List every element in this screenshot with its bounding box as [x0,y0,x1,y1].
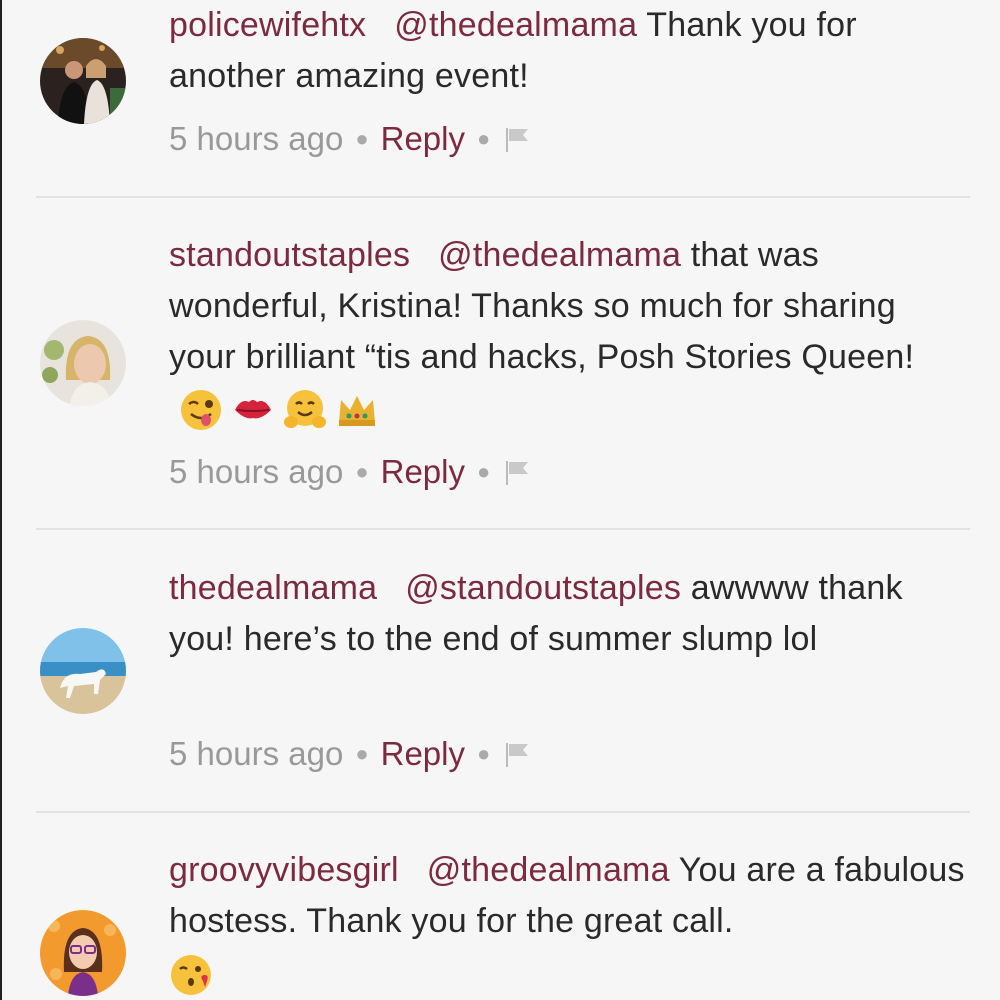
reply-button[interactable]: Reply [381,453,465,491]
flag-icon[interactable] [502,739,532,769]
separator-dot: ● [355,741,369,766]
comment-username[interactable]: groovyvibesgirl [169,851,399,889]
avatar[interactable] [40,320,126,406]
comment-username[interactable]: policewifehtx [169,6,366,44]
separator-dot: ● [476,126,491,151]
comment-mention[interactable]: @thedealmama [438,236,681,274]
comment-meta: 5 hours ago ● Reply ● [169,453,532,491]
divider [36,196,970,198]
hugging-face-emoji-icon [284,390,326,429]
avatar[interactable] [40,910,126,996]
comment-username[interactable]: thedealmama [169,569,377,607]
white-horse-beach-avatar-icon [40,628,126,714]
couple-photo-avatar-icon [40,38,126,124]
comment-timestamp: 5 hours ago [169,453,344,490]
comment-body: groovyvibesgirl @thedealmama You are a fa… [169,845,969,998]
crown-emoji-icon [339,396,375,427]
comment-body: standoutstaples @thedealmama that was won… [169,230,969,434]
avatar[interactable] [40,628,126,714]
flag-icon[interactable] [502,457,532,487]
comments-list: policewifehtx @thedealmama Thank you for … [0,0,1000,1000]
reply-button[interactable]: Reply [381,735,465,773]
comment-mention[interactable]: @thedealmama [427,851,670,889]
comment-meta: 5 hours ago ● Reply ● [169,735,532,773]
separator-dot: ● [476,741,491,766]
cartoon-girl-avatar-icon [40,910,126,996]
separator-dot: ● [476,459,491,484]
comment-mention[interactable]: @thedealmama [394,6,637,44]
winking-tongue-emoji-icon [181,390,221,431]
woman-portrait-avatar-icon [40,320,126,406]
comment-mention[interactable]: @standoutstaples [405,569,681,607]
comment-body: policewifehtx @thedealmama Thank you for … [169,0,969,102]
flag-icon[interactable] [502,124,532,154]
emoji-row [179,388,379,432]
divider [36,811,970,813]
kiss-lips-emoji-icon [235,400,271,419]
comment-body: thedealmama @standoutstaples awwww thank … [169,563,969,665]
reply-button[interactable]: Reply [381,120,465,158]
blowing-kiss-emoji-icon [171,955,211,996]
comment-timestamp: 5 hours ago [169,735,344,772]
avatar[interactable] [40,38,126,124]
separator-dot: ● [355,459,369,484]
comment-meta: 5 hours ago ● Reply ● [169,120,532,158]
separator-dot: ● [355,126,369,151]
divider [36,528,970,530]
comment-username[interactable]: standoutstaples [169,236,410,274]
comment-timestamp: 5 hours ago [169,120,344,157]
